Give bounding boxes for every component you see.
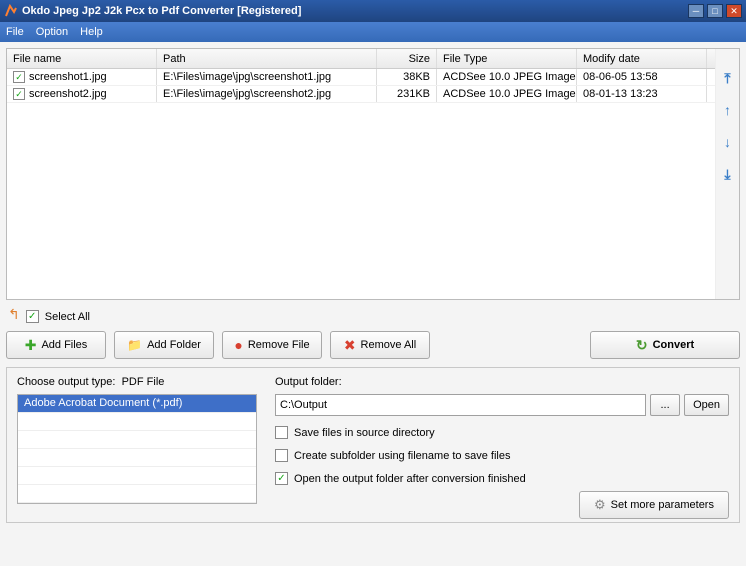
list-item [18, 467, 256, 485]
cell-date: 08-01-13 13:23 [577, 86, 707, 102]
col-size[interactable]: Size [377, 49, 437, 68]
cell-type: ACDSee 10.0 JPEG Image [437, 69, 577, 85]
add-files-button[interactable]: ✚ Add Files [6, 331, 106, 359]
convert-button[interactable]: ↻ Convert [590, 331, 740, 359]
list-item [18, 449, 256, 467]
col-filename[interactable]: File name [7, 49, 157, 68]
add-folder-button[interactable]: 📁 Add Folder [114, 331, 214, 359]
cell-date: 08-06-05 13:58 [577, 69, 707, 85]
minimize-button[interactable]: ─ [688, 4, 704, 18]
move-bottom-button[interactable]: ⤓ [719, 165, 737, 183]
row-checkbox[interactable]: ✓ [13, 88, 25, 100]
remove-all-button[interactable]: ✖ Remove All [330, 331, 430, 359]
up-folder-icon[interactable]: ↰ [8, 306, 20, 323]
remove-all-icon: ✖ [344, 337, 356, 354]
minus-icon: ● [234, 337, 242, 353]
menu-help[interactable]: Help [80, 26, 103, 38]
output-type-list[interactable]: Adobe Acrobat Document (*.pdf) [17, 394, 257, 504]
table-row[interactable]: ✓ screenshot2.jpg E:\Files\image\jpg\scree… [7, 86, 715, 103]
table-header: File name Path Size File Type Modify dat… [7, 49, 715, 69]
save-in-source-checkbox[interactable]: Save files in source directory [275, 426, 729, 439]
open-after-conversion-checkbox[interactable]: ✓ Open the output folder after conversio… [275, 472, 729, 485]
create-subfolder-checkbox[interactable]: Create subfolder using filename to save … [275, 449, 729, 462]
choose-output-type-label: Choose output type: PDF File [17, 376, 257, 388]
convert-icon: ↻ [636, 337, 648, 354]
app-icon [4, 4, 18, 18]
maximize-button[interactable]: □ [707, 4, 723, 18]
move-up-button[interactable]: ↑ [719, 101, 737, 119]
menu-option[interactable]: Option [36, 26, 68, 38]
list-item [18, 413, 256, 431]
move-down-button[interactable]: ↓ [719, 133, 737, 151]
cell-filename: screenshot1.jpg [29, 71, 107, 83]
select-all-label: Select All [45, 311, 90, 323]
col-path[interactable]: Path [157, 49, 377, 68]
output-folder-label: Output folder: [275, 376, 729, 388]
list-item [18, 431, 256, 449]
col-filetype[interactable]: File Type [437, 49, 577, 68]
output-folder-input[interactable] [275, 394, 646, 416]
list-item[interactable]: Adobe Acrobat Document (*.pdf) [18, 395, 256, 413]
row-checkbox[interactable]: ✓ [13, 71, 25, 83]
menu-file[interactable]: File [6, 26, 24, 38]
close-button[interactable]: ✕ [726, 4, 742, 18]
cell-type: ACDSee 10.0 JPEG Image [437, 86, 577, 102]
open-button[interactable]: Open [684, 394, 729, 416]
window-title: Okdo Jpeg Jp2 J2k Pcx to Pdf Converter [… [22, 5, 685, 17]
set-more-parameters-button[interactable]: ⚙ Set more parameters [579, 491, 729, 519]
cell-path: E:\Files\image\jpg\screenshot2.jpg [157, 86, 377, 102]
list-item [18, 485, 256, 503]
cell-filename: screenshot2.jpg [29, 88, 107, 100]
table-row[interactable]: ✓ screenshot1.jpg E:\Files\image\jpg\scree… [7, 69, 715, 86]
move-top-button[interactable]: ⤒ [719, 69, 737, 87]
remove-file-button[interactable]: ● Remove File [222, 331, 322, 359]
cell-path: E:\Files\image\jpg\screenshot1.jpg [157, 69, 377, 85]
cell-size: 231KB [377, 86, 437, 102]
folder-icon: 📁 [127, 338, 142, 352]
cell-size: 38KB [377, 69, 437, 85]
select-all-checkbox[interactable]: ✓ Select All [26, 310, 90, 323]
plus-icon: ✚ [25, 337, 37, 354]
browse-button[interactable]: ... [650, 394, 680, 416]
col-modify[interactable]: Modify date [577, 49, 707, 68]
gear-icon: ⚙ [594, 497, 606, 513]
